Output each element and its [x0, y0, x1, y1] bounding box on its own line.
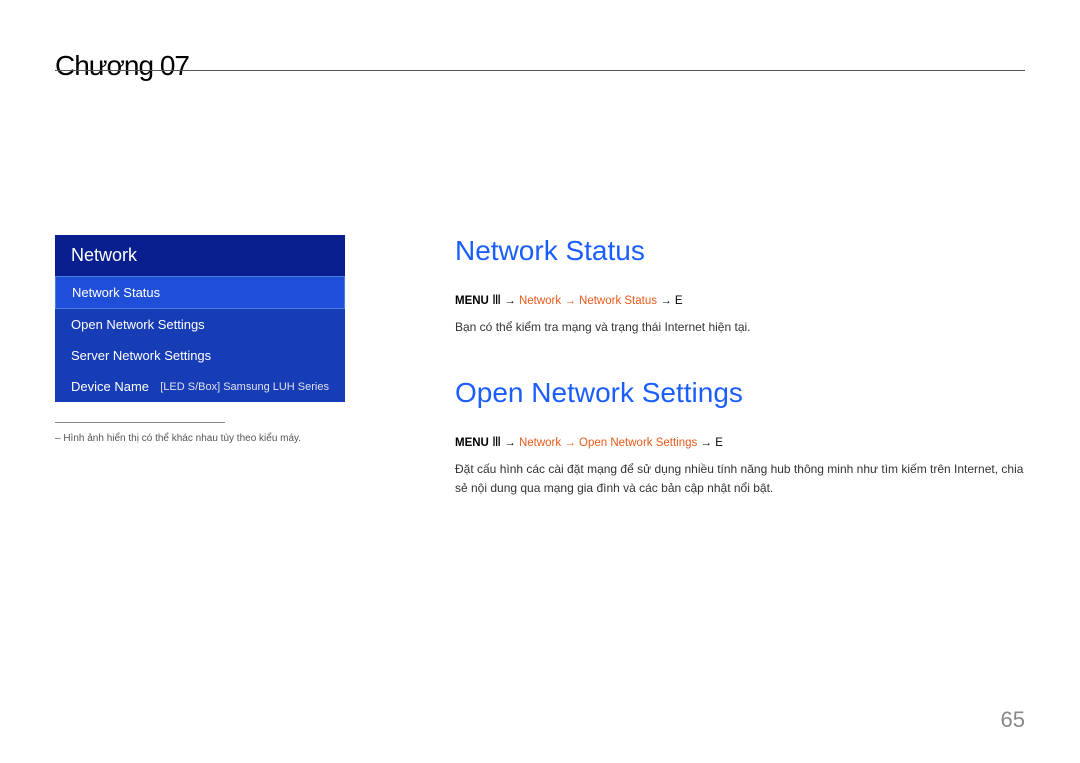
footnote: – Hình ảnh hiển thị có thể khác nhau tùy…: [55, 433, 345, 444]
arrow-icon: →: [504, 295, 516, 307]
section-title-open-network-settings: Open Network Settings: [455, 377, 1025, 409]
arrow-icon: →: [700, 437, 712, 449]
panel-item-label: Open Network Settings: [71, 317, 205, 332]
section-description: Bạn có thể kiểm tra mạng và trạng thái I…: [455, 318, 1025, 337]
panel-item-server-network-settings[interactable]: Server Network Settings: [55, 340, 345, 371]
menu-path-open-network-settings: MENU Ⅲ → Network → Open Network Settings…: [455, 434, 1025, 450]
panel-item-label: Network Status: [72, 285, 160, 300]
menu-prefix: MENU: [455, 295, 489, 307]
section-description: Đặt cấu hình các cài đặt mạng để sử dụng…: [455, 460, 1025, 498]
panel-item-network-status[interactable]: Network Status: [55, 276, 345, 309]
menu-icon: Ⅲ: [492, 434, 501, 449]
panel-item-label: Device Name: [71, 379, 149, 394]
footnote-divider: [55, 422, 225, 423]
panel-item-device-name[interactable]: Device Name [LED S/Box] Samsung LUH Seri…: [55, 371, 345, 402]
page-number: 65: [1001, 707, 1025, 733]
sidebar-panel: Network Network Status Open Network Sett…: [55, 235, 345, 444]
arrow-icon: →: [660, 295, 672, 307]
menu-prefix: MENU: [455, 437, 489, 449]
section-title-network-status: Network Status: [455, 235, 1025, 267]
menu-enter: E: [675, 295, 683, 307]
menu-enter: E: [715, 437, 723, 449]
chapter-heading: Chương 07: [55, 50, 189, 82]
panel-item-open-network-settings[interactable]: Open Network Settings: [55, 309, 345, 340]
menu-path-text: Network → Open Network Settings: [519, 437, 697, 449]
panel-item-value: [LED S/Box] Samsung LUH Series: [160, 381, 329, 393]
header-divider: [55, 70, 1025, 71]
panel-header: Network: [55, 235, 345, 276]
menu-path-network-status: MENU Ⅲ → Network → Network Status → E: [455, 292, 1025, 308]
menu-icon: Ⅲ: [492, 292, 501, 307]
panel-item-label: Server Network Settings: [71, 348, 211, 363]
content-area: Network Status MENU Ⅲ → Network → Networ…: [455, 235, 1025, 539]
arrow-icon: →: [504, 437, 516, 449]
menu-path-text: Network → Network Status: [519, 295, 657, 307]
